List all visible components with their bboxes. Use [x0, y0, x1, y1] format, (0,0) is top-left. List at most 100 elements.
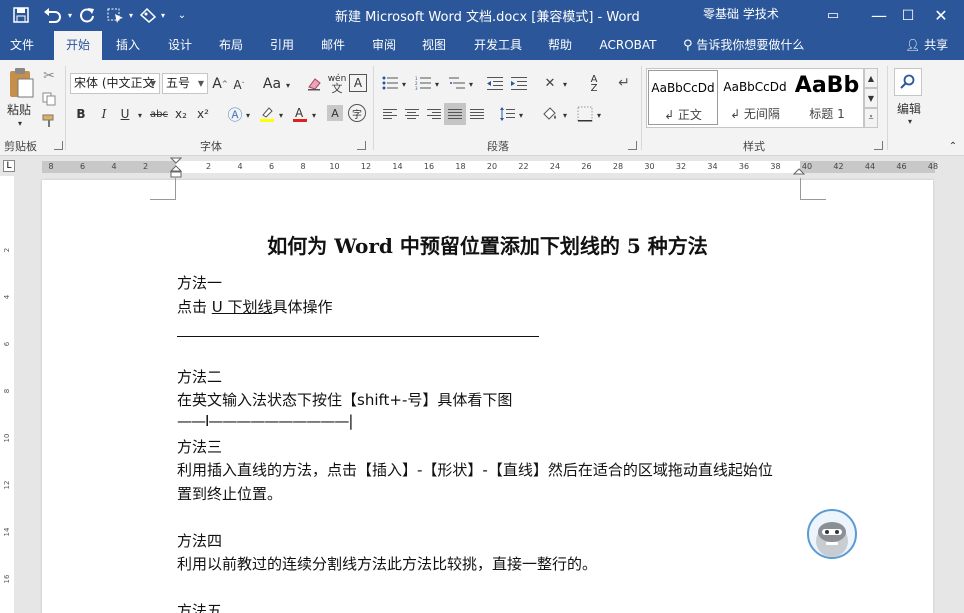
- font-size-combo[interactable]: 五号 ▼: [162, 73, 208, 94]
- character-border-button[interactable]: A: [349, 74, 367, 92]
- tab-layout[interactable]: 布局: [211, 31, 251, 60]
- undo-dropdown-icon[interactable]: ▾: [65, 4, 75, 26]
- tab-design[interactable]: 设计: [160, 31, 200, 60]
- tab-home[interactable]: 开始: [54, 31, 102, 60]
- underline-button[interactable]: U: [117, 104, 133, 124]
- italic-button[interactable]: I: [95, 104, 113, 124]
- bullets-icon[interactable]: [381, 74, 399, 92]
- styles-scroll-up-icon[interactable]: ▲: [864, 68, 878, 88]
- change-case-button[interactable]: Aa: [262, 74, 282, 94]
- show-marks-icon[interactable]: ↵: [615, 74, 633, 92]
- chinese-layout-dropdown-icon[interactable]: ▾: [561, 76, 569, 92]
- styles-more-icon[interactable]: ⩡: [864, 108, 878, 128]
- shading-icon[interactable]: [540, 105, 560, 123]
- align-center-icon[interactable]: [403, 105, 421, 123]
- tab-mailings[interactable]: 邮件: [313, 31, 353, 60]
- bold-button[interactable]: B: [72, 104, 90, 124]
- horizontal-ruler[interactable]: L 8 6 4 2 2 4 6 8 10 12 14 16 18 20 22 24 26 28 30 32 34 36 38…: [0, 156, 964, 179]
- enclose-characters-button[interactable]: 字: [348, 104, 366, 122]
- style-no-spacing[interactable]: AaBbCcDd ↲ 无间隔: [720, 70, 790, 125]
- borders-icon[interactable]: [576, 105, 594, 123]
- increase-indent-icon[interactable]: [510, 74, 528, 92]
- vertical-ruler[interactable]: 24681012141618: [0, 176, 14, 613]
- highlight-dropdown-icon[interactable]: ▾: [277, 106, 285, 124]
- editing-dropdown-icon[interactable]: ▾: [903, 116, 917, 126]
- select-icon[interactable]: [104, 4, 128, 26]
- subscript-button[interactable]: x₂: [172, 104, 190, 124]
- align-left-icon[interactable]: [381, 105, 399, 123]
- font-name-combo[interactable]: 宋体 (中文正文 ▼: [70, 73, 160, 94]
- redo-icon[interactable]: [76, 4, 98, 26]
- tab-file[interactable]: 文件: [0, 31, 44, 60]
- styles-launcher-icon[interactable]: [874, 141, 883, 150]
- search-icon[interactable]: [894, 68, 922, 96]
- paste-icon[interactable]: [5, 66, 37, 100]
- indent-markers-icon[interactable]: [170, 157, 182, 179]
- highlight-color-icon[interactable]: [257, 104, 277, 124]
- share-button[interactable]: 👤︎ 共享: [905, 31, 948, 60]
- document-page[interactable]: 如何为 Word 中预留位置添加下划线的 5 种方法 方法一 点击 U 下划线具…: [42, 178, 933, 613]
- tab-selector-icon[interactable]: L: [3, 160, 15, 172]
- tab-developer[interactable]: 开发工具: [469, 31, 527, 60]
- line-spacing-icon[interactable]: [498, 105, 516, 123]
- assistant-avatar[interactable]: [807, 509, 857, 559]
- distributed-icon[interactable]: [468, 105, 486, 123]
- touch-mode-icon[interactable]: [136, 4, 160, 26]
- paste-dropdown-icon[interactable]: ▾: [8, 118, 32, 128]
- account-name[interactable]: 零基础 学技术: [703, 5, 779, 22]
- tab-view[interactable]: 视图: [414, 31, 454, 60]
- clipboard-launcher-icon[interactable]: [54, 141, 63, 150]
- grow-font-icon[interactable]: A ^: [212, 74, 228, 94]
- tab-review[interactable]: 审阅: [364, 31, 404, 60]
- format-painter-icon[interactable]: [40, 112, 58, 130]
- borders-dropdown-icon[interactable]: ▾: [595, 107, 603, 123]
- style-normal[interactable]: AaBbCcDd ↲ 正文: [648, 70, 718, 125]
- tab-insert[interactable]: 插入: [108, 31, 148, 60]
- tab-help[interactable]: 帮助: [540, 31, 580, 60]
- touch-dropdown-icon[interactable]: ▾: [159, 4, 167, 26]
- change-case-dropdown-icon[interactable]: ▾: [283, 76, 293, 94]
- phonetic-guide-icon[interactable]: wén 文: [326, 72, 348, 96]
- justify-icon[interactable]: [444, 103, 466, 125]
- strikethrough-button[interactable]: abc: [148, 104, 170, 124]
- editing-button[interactable]: 编辑: [892, 100, 926, 116]
- multilevel-list-icon[interactable]: [448, 74, 466, 92]
- bullets-dropdown-icon[interactable]: ▾: [400, 76, 408, 92]
- chinese-layout-icon[interactable]: ✕︎: [540, 74, 560, 92]
- shading-dropdown-icon[interactable]: ▾: [561, 107, 569, 123]
- undo-icon[interactable]: [40, 4, 66, 26]
- clear-format-icon[interactable]: [305, 74, 323, 94]
- style-heading-1[interactable]: AaBb 标题 1: [792, 70, 862, 125]
- select-dropdown-icon[interactable]: ▾: [127, 4, 135, 26]
- styles-scroll-down-icon[interactable]: ▼: [864, 88, 878, 108]
- close-button[interactable]: ✕: [918, 0, 964, 31]
- save-icon[interactable]: [10, 4, 32, 26]
- font-launcher-icon[interactable]: [357, 141, 366, 150]
- font-color-icon[interactable]: A: [290, 104, 310, 124]
- decrease-indent-icon[interactable]: [486, 74, 504, 92]
- copy-icon[interactable]: [40, 90, 58, 108]
- tab-references[interactable]: 引用: [262, 31, 302, 60]
- numbering-icon[interactable]: 123: [414, 74, 432, 92]
- ribbon-display-icon[interactable]: ▭: [810, 0, 856, 31]
- character-shading-icon[interactable]: A: [327, 105, 343, 121]
- customize-icon[interactable]: ⌄: [175, 4, 189, 26]
- cut-icon[interactable]: ✂: [40, 67, 58, 85]
- paragraph-launcher-icon[interactable]: [628, 141, 637, 150]
- collapse-ribbon-icon[interactable]: ⌃: [946, 140, 960, 152]
- paste-button[interactable]: 粘贴: [3, 101, 35, 117]
- text-effects-dropdown-icon[interactable]: ▾: [244, 106, 252, 124]
- tell-me-box[interactable]: ⚲ 告诉我你想要做什么: [683, 31, 804, 60]
- multilevel-dropdown-icon[interactable]: ▾: [467, 76, 475, 92]
- font-color-dropdown-icon[interactable]: ▾: [310, 106, 318, 124]
- numbering-dropdown-icon[interactable]: ▾: [433, 76, 441, 92]
- align-right-icon[interactable]: [425, 105, 443, 123]
- text-effects-icon[interactable]: Ⓐ: [226, 104, 244, 124]
- sort-icon[interactable]: AZ: [585, 74, 603, 94]
- shrink-font-icon[interactable]: Aˇ: [232, 76, 246, 94]
- tab-acrobat[interactable]: ACROBAT: [594, 31, 662, 60]
- underline-dropdown-icon[interactable]: ▾: [135, 106, 145, 124]
- line-spacing-dropdown-icon[interactable]: ▾: [517, 107, 525, 123]
- superscript-button[interactable]: x²: [194, 104, 212, 124]
- right-indent-icon[interactable]: [793, 165, 805, 175]
